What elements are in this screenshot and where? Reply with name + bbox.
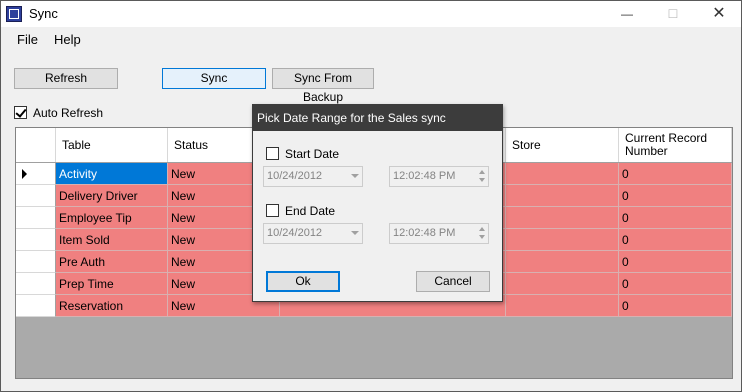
cell-store[interactable] [506,273,619,295]
sync-button[interactable]: Sync [162,68,266,89]
date-range-dialog: Pick Date Range for the Sales sync Start… [252,104,503,302]
dropdown-arrow-icon [351,174,359,178]
start-date-value: 10/24/2012 [267,170,323,182]
cell-store[interactable] [506,251,619,273]
cell-current-record[interactable]: 0 [619,207,732,229]
row-header[interactable] [16,207,56,229]
start-time-value: 12:02:48 PM [393,170,456,182]
column-header-table[interactable]: Table [56,128,168,162]
start-date-picker[interactable]: 10/24/2012 [263,166,363,187]
cell-table[interactable]: Prep Time [56,273,168,295]
cell-current-record[interactable]: 0 [619,185,732,207]
row-header[interactable] [16,295,56,317]
title-bar: Sync — ☐ ✕ [1,1,741,27]
window-title: Sync [29,6,58,21]
end-time-value: 12:02:48 PM [393,227,456,239]
ok-button[interactable]: Ok [266,271,340,292]
start-time-spinner[interactable] [477,168,487,185]
cell-table[interactable]: Employee Tip [56,207,168,229]
end-date-picker[interactable]: 10/24/2012 [263,223,363,244]
cell-table[interactable]: Item Sold [56,229,168,251]
row-header[interactable] [16,163,56,185]
cancel-button[interactable]: Cancel [416,271,490,292]
column-header-current-record[interactable]: Current Record Number [619,128,732,162]
cell-current-record[interactable]: 0 [619,295,732,317]
app-icon [6,6,22,22]
auto-refresh-label: Auto Refresh [33,106,104,120]
cell-table[interactable]: Activity [56,163,168,185]
spin-down-icon [479,178,485,182]
spin-up-icon [479,227,485,231]
start-date-checkbox[interactable] [266,147,279,160]
spin-up-icon [479,170,485,174]
refresh-button[interactable]: Refresh [14,68,118,89]
start-date-label: Start Date [285,147,340,161]
cell-store[interactable] [506,295,619,317]
end-date-label: End Date [285,204,336,218]
menu-file[interactable]: File [17,32,38,47]
sync-window: Sync — ☐ ✕ File Help Refresh Sync Sync F… [0,0,742,392]
column-header-store[interactable]: Store [506,128,619,162]
row-header-corner [16,128,56,162]
minimize-button[interactable]: — [604,1,650,27]
cell-table[interactable]: Reservation [56,295,168,317]
cell-current-record[interactable]: 0 [619,273,732,295]
cell-current-record[interactable]: 0 [619,163,732,185]
cell-current-record[interactable]: 0 [619,229,732,251]
menu-help[interactable]: Help [54,32,81,47]
auto-refresh-checkbox[interactable] [14,106,27,119]
spin-down-icon [479,235,485,239]
row-header[interactable] [16,273,56,295]
sync-from-backup-button[interactable]: Sync From Backup [272,68,374,104]
end-date-checkbox[interactable] [266,204,279,217]
row-header[interactable] [16,229,56,251]
maximize-button[interactable]: ☐ [650,1,696,27]
close-button[interactable]: ✕ [696,1,741,27]
end-time-picker[interactable]: 12:02:48 PM [389,223,489,244]
dropdown-arrow-icon [351,231,359,235]
menu-bar: File Help [1,28,741,50]
cell-store[interactable] [506,163,619,185]
cell-store[interactable] [506,207,619,229]
current-row-arrow-icon [22,169,27,179]
row-header[interactable] [16,185,56,207]
cell-table[interactable]: Delivery Driver [56,185,168,207]
end-date-value: 10/24/2012 [267,227,323,239]
row-header[interactable] [16,251,56,273]
cell-store[interactable] [506,185,619,207]
end-time-spinner[interactable] [477,225,487,242]
cell-current-record[interactable]: 0 [619,251,732,273]
cell-store[interactable] [506,229,619,251]
start-time-picker[interactable]: 12:02:48 PM [389,166,489,187]
cell-table[interactable]: Pre Auth [56,251,168,273]
dialog-title: Pick Date Range for the Sales sync [253,105,502,131]
